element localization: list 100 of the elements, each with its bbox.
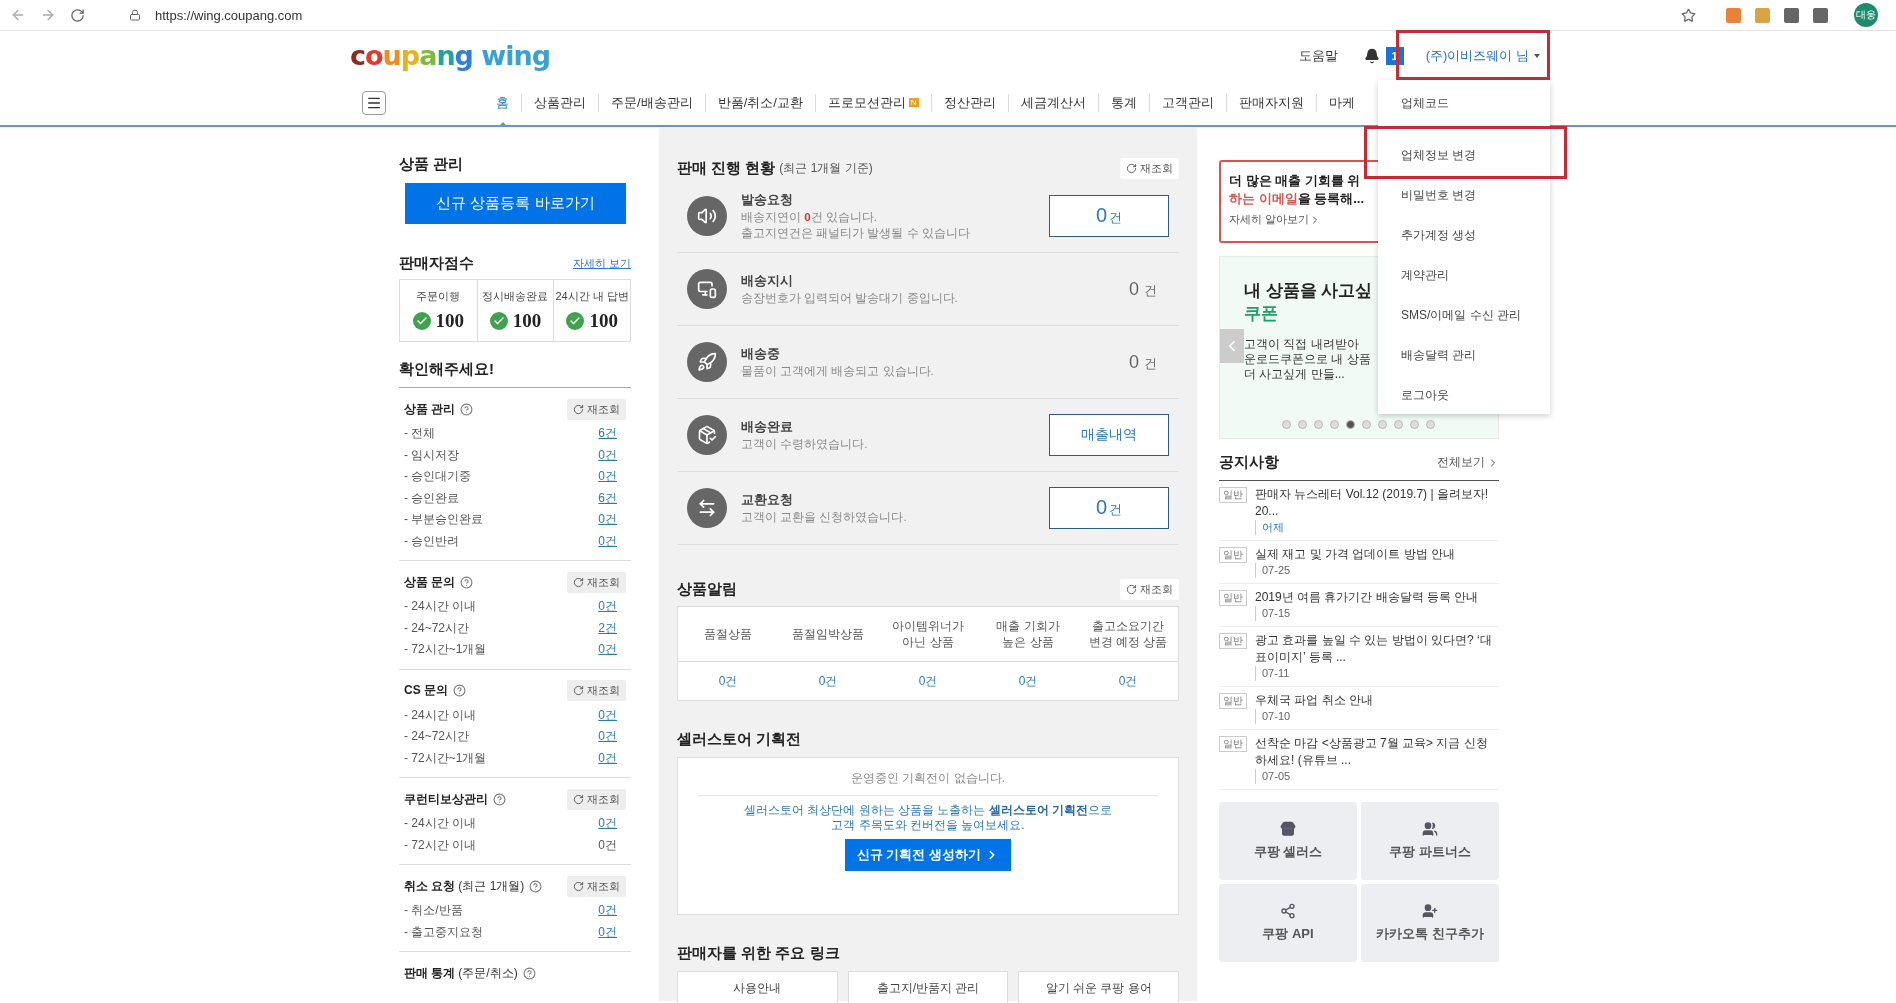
logo[interactable]: coupang wing (350, 40, 1299, 71)
notice-link[interactable]: 실제 재고 및 가격 업데이트 방법 안내 (1255, 546, 1499, 563)
item-label: - 출고중지요청 (404, 923, 484, 941)
refresh-button[interactable]: 재조회 (567, 571, 626, 593)
refresh-button[interactable]: 재조회 (1120, 578, 1179, 600)
nav-tab[interactable]: 상품관리 (521, 93, 598, 112)
count-link[interactable]: 6건 (598, 489, 617, 507)
status-title: 배송완료 (741, 418, 794, 436)
count-link[interactable]: 0건 (598, 532, 617, 550)
refresh-button[interactable]: 재조회 (567, 398, 626, 420)
count-link[interactable]: 0건 (1078, 662, 1178, 700)
item-label: - 24시간 이내 (404, 598, 476, 616)
nav-tab[interactable]: 마케 (1315, 93, 1367, 112)
count-link[interactable]: 0건 (678, 662, 778, 700)
category-tag: 일반 (1219, 547, 1247, 563)
quick-link-button[interactable]: 알기 쉬운 쿠팡 용어 (1018, 971, 1179, 1003)
promotion-message: 셀러스토어 최상단에 원하는 상품을 노출하는 셀러스토어 기획전으로 (743, 803, 1113, 818)
create-promotion-button[interactable]: 신규 기획전 생성하기 (844, 839, 1012, 871)
count-link[interactable]: 0건 (598, 902, 617, 920)
category-tag: 일반 (1219, 633, 1247, 649)
status-title: 교환요청 (741, 491, 794, 509)
sales-history-button[interactable]: 매출내역 (1049, 414, 1169, 456)
quick-link-button[interactable]: 사용안내 (677, 971, 838, 1003)
menu-item[interactable]: 업체코드 (1378, 83, 1550, 123)
count-link[interactable]: 0건 (978, 662, 1078, 700)
notice-date: 07-05 (1255, 769, 1291, 784)
menu-item[interactable]: 로그아웃 (1378, 375, 1550, 415)
nav-tab[interactable]: 고객관리 (1148, 93, 1226, 112)
new-badge: N (908, 98, 919, 107)
notice-link[interactable]: 선착순 마감 <상품광고 7월 교육> 지금 신청하세요! (유튜브 ... (1255, 735, 1499, 769)
count-link[interactable]: 0건 (778, 662, 878, 700)
shortcut-tile[interactable]: 쿠팡 파트너스 (1361, 802, 1499, 880)
menu-item[interactable]: SMS/이메일 수신 관리 (1378, 295, 1550, 335)
count-link[interactable]: 0건 (598, 598, 617, 616)
nav-tab[interactable]: 판매자지원 (1225, 93, 1316, 112)
refresh-button[interactable]: 재조회 (1120, 157, 1179, 179)
account-menu-button[interactable]: (주)이비즈웨이 님 (1425, 46, 1540, 65)
count-link[interactable]: 0건 (598, 468, 617, 486)
count-link[interactable]: 0건 (598, 706, 617, 724)
group-title: 취소 요청 (404, 877, 456, 895)
refresh-button[interactable]: 재조회 (567, 788, 626, 810)
section-note: (최근 1개월 기준) (779, 159, 873, 177)
nav-tab[interactable]: 반품/취소/교환 (704, 93, 815, 112)
item-label: - 승인반려 (404, 532, 460, 550)
carousel-text: 더 사고싶게 만들... (1244, 367, 1345, 382)
nav-tab[interactable]: 프로모션관리 N (814, 93, 931, 112)
menu-item[interactable]: 계약관리 (1378, 255, 1550, 295)
help-link[interactable]: 도움말 (1298, 46, 1338, 65)
score-label: 주문이행 (416, 289, 461, 304)
column-header: 출고소요기간 변경 예정 상품 (1078, 607, 1178, 662)
refresh-button[interactable]: 재조회 (567, 875, 626, 897)
count-link[interactable]: 0건 (598, 728, 617, 746)
nav-tab[interactable]: 홈 (484, 93, 521, 112)
notice-link[interactable]: 우체국 파업 취소 안내 (1255, 692, 1499, 709)
menu-item[interactable]: 배송달력 관리 (1378, 335, 1550, 375)
nav-tab[interactable]: 주문/배송관리 (598, 93, 705, 112)
section-title: 공지사항 (1219, 453, 1279, 472)
count-link[interactable]: 0건 (598, 511, 617, 529)
empty-message: 운영중인 기획전이 없습니다. (698, 770, 1158, 796)
section-title: 판매자를 위한 주요 링크 (677, 943, 840, 963)
category-tag: 일반 (1219, 736, 1247, 752)
status-description: 고객이 수령하였습니다. (741, 437, 869, 452)
count-link[interactable]: 0건 (598, 641, 617, 659)
status-title: 배송지시 (741, 272, 794, 290)
shortcut-tile[interactable]: 카카오톡 친구추가 (1361, 884, 1499, 962)
refresh-button[interactable]: 재조회 (567, 680, 626, 701)
profile-avatar[interactable]: 대웅 (1854, 3, 1878, 27)
count-text: 0건 (598, 836, 617, 854)
group-title: 상품 문의 (404, 573, 456, 591)
status-title: 발송요청 (741, 191, 794, 209)
details-link[interactable]: 자세히 보기 (572, 256, 631, 271)
count-link[interactable]: 0건 (598, 815, 617, 833)
count-link[interactable]: 2건 (598, 619, 617, 637)
count-link[interactable]: 0건 (598, 749, 617, 767)
count-link[interactable]: 6건 (598, 425, 617, 443)
item-label: - 승인완료 (404, 489, 460, 507)
count-link[interactable]: 0건 (598, 446, 617, 464)
count-link[interactable]: 0건 (598, 923, 617, 941)
nav-tab[interactable]: 통계 (1097, 93, 1149, 112)
shortcut-tile[interactable]: 쿠팡 API (1219, 884, 1357, 962)
item-label: - 72시간~1개월 (404, 749, 487, 767)
item-label: - 부분승인완료 (404, 511, 484, 529)
count-link[interactable]: 0건 (878, 662, 978, 700)
shortcut-tile[interactable]: 쿠팡 셀러스 (1219, 802, 1357, 880)
notice-link[interactable]: 판매자 뉴스레터 Vol.12 (2019.7) | 올려보자! 20... (1255, 486, 1499, 520)
quick-link-button[interactable]: 출고지/반품지 관리 (847, 971, 1009, 1003)
address-bar[interactable]: https://wing.coupang.com (155, 7, 1667, 23)
section-title: 셀러스토어 기획전 (677, 729, 802, 749)
register-product-button[interactable]: 신규 상품등록 바로가기 (405, 183, 626, 224)
nav-tab[interactable]: 세금계산서 (1007, 93, 1098, 112)
count-button[interactable]: 0 건 (1049, 195, 1169, 237)
notice-date: 07-25 (1255, 563, 1291, 578)
item-label: - 24시간 이내 (404, 815, 476, 833)
notice-link[interactable]: 2019년 여름 휴가기간 배송달력 등록 안내 (1255, 589, 1499, 606)
view-all-link[interactable]: 전체보기 (1437, 454, 1499, 471)
group-title: 상품 관리 (404, 400, 456, 418)
nav-tab[interactable]: 정산관리 (930, 93, 1008, 112)
count-button[interactable]: 0 건 (1049, 487, 1169, 529)
category-tag: 일반 (1219, 693, 1247, 709)
notice-link[interactable]: 광고 효과를 높일 수 있는 방법이 있다면? ‘대표이미지’ 등록 ... (1255, 632, 1499, 666)
